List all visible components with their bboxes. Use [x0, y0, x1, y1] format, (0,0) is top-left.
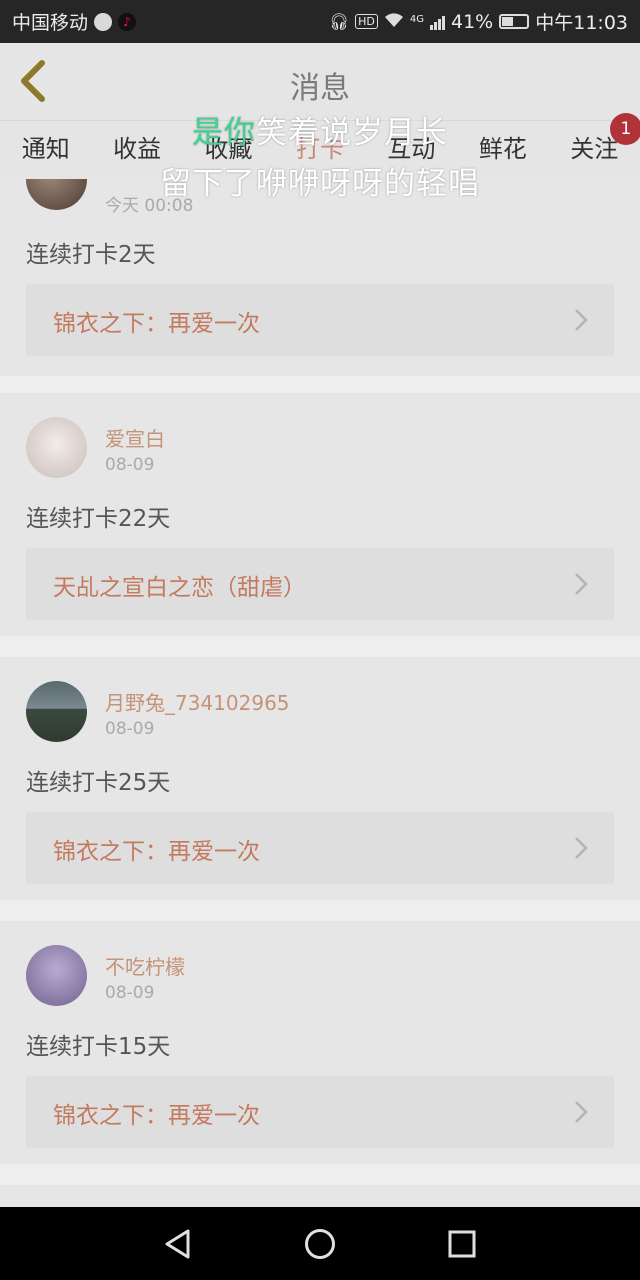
checkin-streak: 连续打卡25天	[26, 770, 171, 796]
checkin-list: 今天 00:08 连续打卡2天 锦衣之下：再爱一次 爱宣白 08-09 连续打卡…	[0, 179, 640, 1207]
checkin-streak: 连续打卡22天	[26, 506, 171, 532]
post-date: 08-09	[105, 983, 155, 1003]
book-title: 天乩之宣白之恋（甜虐）	[53, 575, 306, 601]
username[interactable]: 爱宣白	[105, 423, 165, 452]
checkin-streak: 连续打卡2天	[26, 242, 156, 268]
book-title: 锦衣之下：再爱一次	[53, 1103, 260, 1129]
wifi-icon	[384, 12, 404, 32]
battery-icon	[499, 14, 530, 29]
book-link[interactable]: 天乩之宣白之恋（甜虐）	[26, 548, 614, 620]
clock: 中午11:03	[535, 12, 628, 34]
checkin-streak: 连续打卡15天	[26, 1034, 171, 1060]
book-title: 锦衣之下：再爱一次	[53, 839, 260, 865]
status-bar: 中国移动 ♪ 🎧︎ HD 4G 41% 中午11:03	[0, 0, 640, 43]
username[interactable]: 不吃柠檬	[105, 951, 185, 980]
chevron-right-icon	[575, 1101, 588, 1123]
lyric-line-2: 留下了咿咿呀呀的轻唱	[160, 166, 480, 202]
chevron-right-icon	[575, 309, 588, 331]
recents-square-icon[interactable]	[445, 1227, 479, 1261]
hd-icon: HD	[355, 14, 378, 29]
avatar[interactable]	[26, 417, 87, 478]
lyric-rest: 笑着说岁月长	[256, 115, 448, 151]
network-type: 4G	[409, 14, 424, 25]
list-item	[0, 1185, 640, 1207]
system-nav-bar	[0, 1207, 640, 1280]
list-item: 今天 00:08 连续打卡2天 锦衣之下：再爱一次	[0, 179, 640, 376]
battery-percent: 41%	[451, 10, 494, 33]
avatar[interactable]	[26, 945, 87, 1006]
list-item: 月野兔_734102965 08-09 连续打卡25天 锦衣之下：再爱一次	[0, 657, 640, 900]
list-item: 爱宣白 08-09 连续打卡22天 天乩之宣白之恋（甜虐）	[0, 393, 640, 636]
book-title: 锦衣之下：再爱一次	[53, 311, 260, 337]
page-title: 消息	[290, 71, 350, 106]
globe-icon	[94, 12, 113, 31]
back-triangle-icon[interactable]	[161, 1227, 195, 1261]
home-circle-icon[interactable]	[303, 1227, 337, 1261]
signal-icon	[430, 14, 445, 30]
tiktok-icon: ♪	[118, 12, 137, 31]
chevron-right-icon	[575, 573, 588, 595]
carrier-name: 中国移动	[12, 12, 89, 34]
username[interactable]: 月野兔_734102965	[105, 687, 290, 716]
book-link[interactable]: 锦衣之下：再爱一次	[26, 1076, 614, 1148]
lyric-line-1: 是你笑着说岁月长	[0, 107, 640, 152]
book-link[interactable]: 锦衣之下：再爱一次	[26, 812, 614, 884]
book-link[interactable]: 锦衣之下：再爱一次	[26, 284, 614, 356]
chevron-right-icon	[575, 837, 588, 859]
avatar[interactable]	[26, 681, 87, 742]
list-item: 不吃柠檬 08-09 连续打卡15天 锦衣之下：再爱一次	[0, 921, 640, 1164]
headset-icon: 🎧︎	[328, 12, 350, 31]
lyric-highlight: 是你	[192, 115, 256, 151]
post-date: 08-09	[105, 455, 155, 475]
post-date: 08-09	[105, 719, 155, 739]
